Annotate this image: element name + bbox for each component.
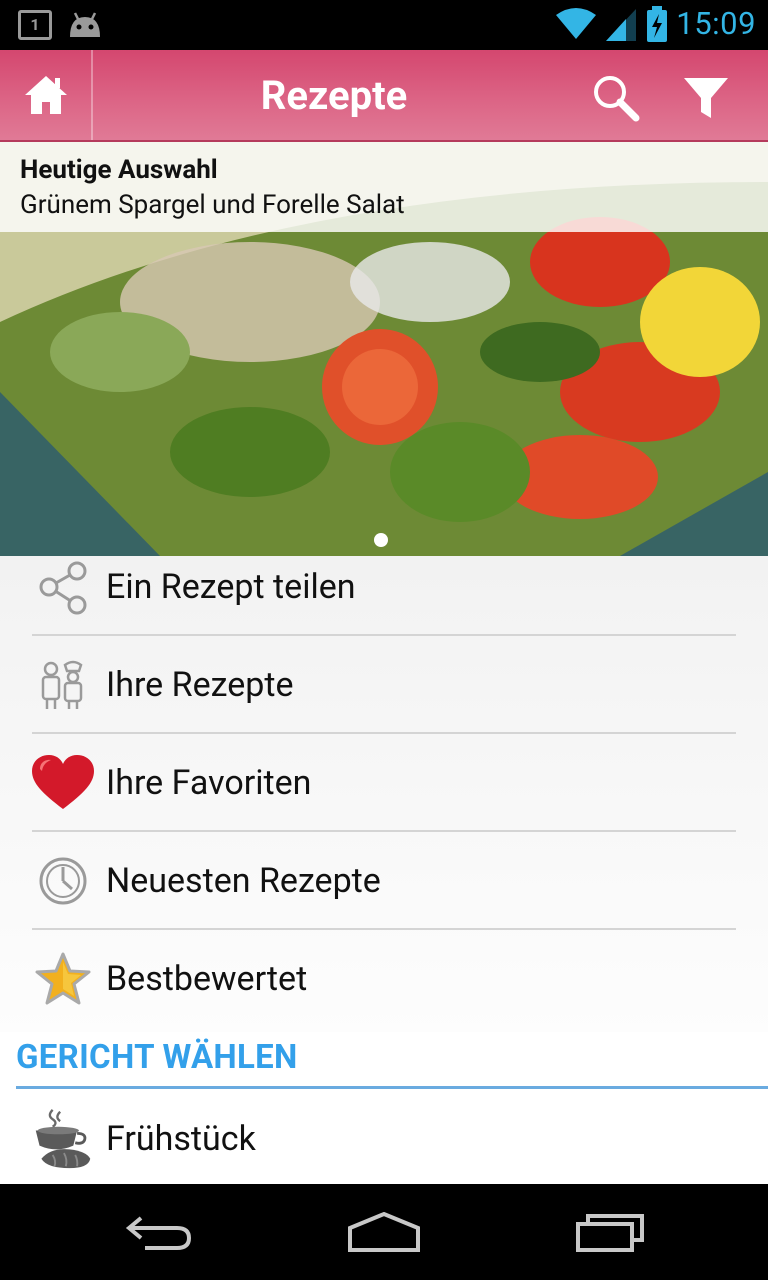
- menu-item-label: Bestbewertet: [106, 959, 308, 999]
- menu-item-share-recipe[interactable]: Ein Rezept teilen: [32, 538, 736, 636]
- battery-charging-icon: [647, 5, 668, 42]
- action-bar: Rezepte: [0, 50, 768, 142]
- search-icon: [594, 76, 640, 122]
- back-icon: [125, 1216, 192, 1250]
- recent-apps-icon: [576, 1214, 644, 1252]
- home-icon: [25, 76, 67, 114]
- filter-button[interactable]: [676, 68, 736, 128]
- navigation-bar: [0, 1184, 768, 1280]
- home-nav-button[interactable]: [334, 1204, 434, 1260]
- breakfast-icon: [32, 1108, 94, 1170]
- signal-icon: [606, 8, 637, 41]
- featured-caption: Heutige Auswahl Grünem Spargel und Forel…: [0, 142, 768, 232]
- clock-icon: [32, 850, 94, 912]
- home-button[interactable]: [0, 50, 92, 140]
- section-divider: [16, 1086, 768, 1089]
- section-header: GERICHT WÄHLEN: [0, 1032, 768, 1090]
- featured-recipe-banner[interactable]: Heutige Auswahl Grünem Spargel und Forel…: [0, 142, 768, 556]
- heart-icon: [32, 752, 94, 814]
- menu-item-label: Ihre Rezepte: [106, 665, 294, 705]
- featured-kicker: Heutige Auswahl: [20, 155, 218, 185]
- menu-item-label: Neuesten Rezepte: [106, 861, 381, 901]
- recent-apps-button[interactable]: [560, 1204, 660, 1260]
- notification-box-icon: 1: [18, 10, 52, 40]
- action-bar-divider: [91, 50, 93, 140]
- filter-icon: [684, 78, 728, 118]
- menu-item-top-rated[interactable]: Bestbewertet: [32, 930, 736, 1028]
- page-title: Rezepte: [260, 72, 408, 119]
- android-icon: [70, 12, 100, 37]
- star-icon: [32, 948, 94, 1010]
- menu-item-label: Ein Rezept teilen: [106, 567, 356, 607]
- menu-list: Ein Rezept teilen Ihre Rezepte Ihre Favo…: [0, 556, 768, 1036]
- category-list: Frühstück: [0, 1090, 768, 1184]
- back-button[interactable]: [110, 1204, 210, 1260]
- featured-title: Grünem Spargel und Forelle Salat: [20, 190, 405, 220]
- home-nav-icon: [348, 1212, 420, 1252]
- category-item-breakfast[interactable]: Frühstück: [32, 1090, 736, 1188]
- category-item-label: Frühstück: [106, 1119, 256, 1159]
- search-button[interactable]: [586, 68, 646, 128]
- menu-item-your-recipes[interactable]: Ihre Rezepte: [32, 636, 736, 734]
- share-icon: [32, 556, 94, 618]
- menu-item-label: Ihre Favoriten: [106, 763, 312, 803]
- notification-badge: 1: [30, 15, 40, 34]
- section-header-label: GERICHT WÄHLEN: [16, 1038, 298, 1077]
- menu-item-newest-recipes[interactable]: Neuesten Rezepte: [32, 832, 736, 930]
- status-bar: 1 15:09: [0, 0, 768, 50]
- chef-icon: [32, 654, 94, 716]
- status-time: 15:09: [676, 5, 756, 42]
- menu-item-favorites[interactable]: Ihre Favoriten: [32, 734, 736, 832]
- wifi-icon: [556, 7, 597, 39]
